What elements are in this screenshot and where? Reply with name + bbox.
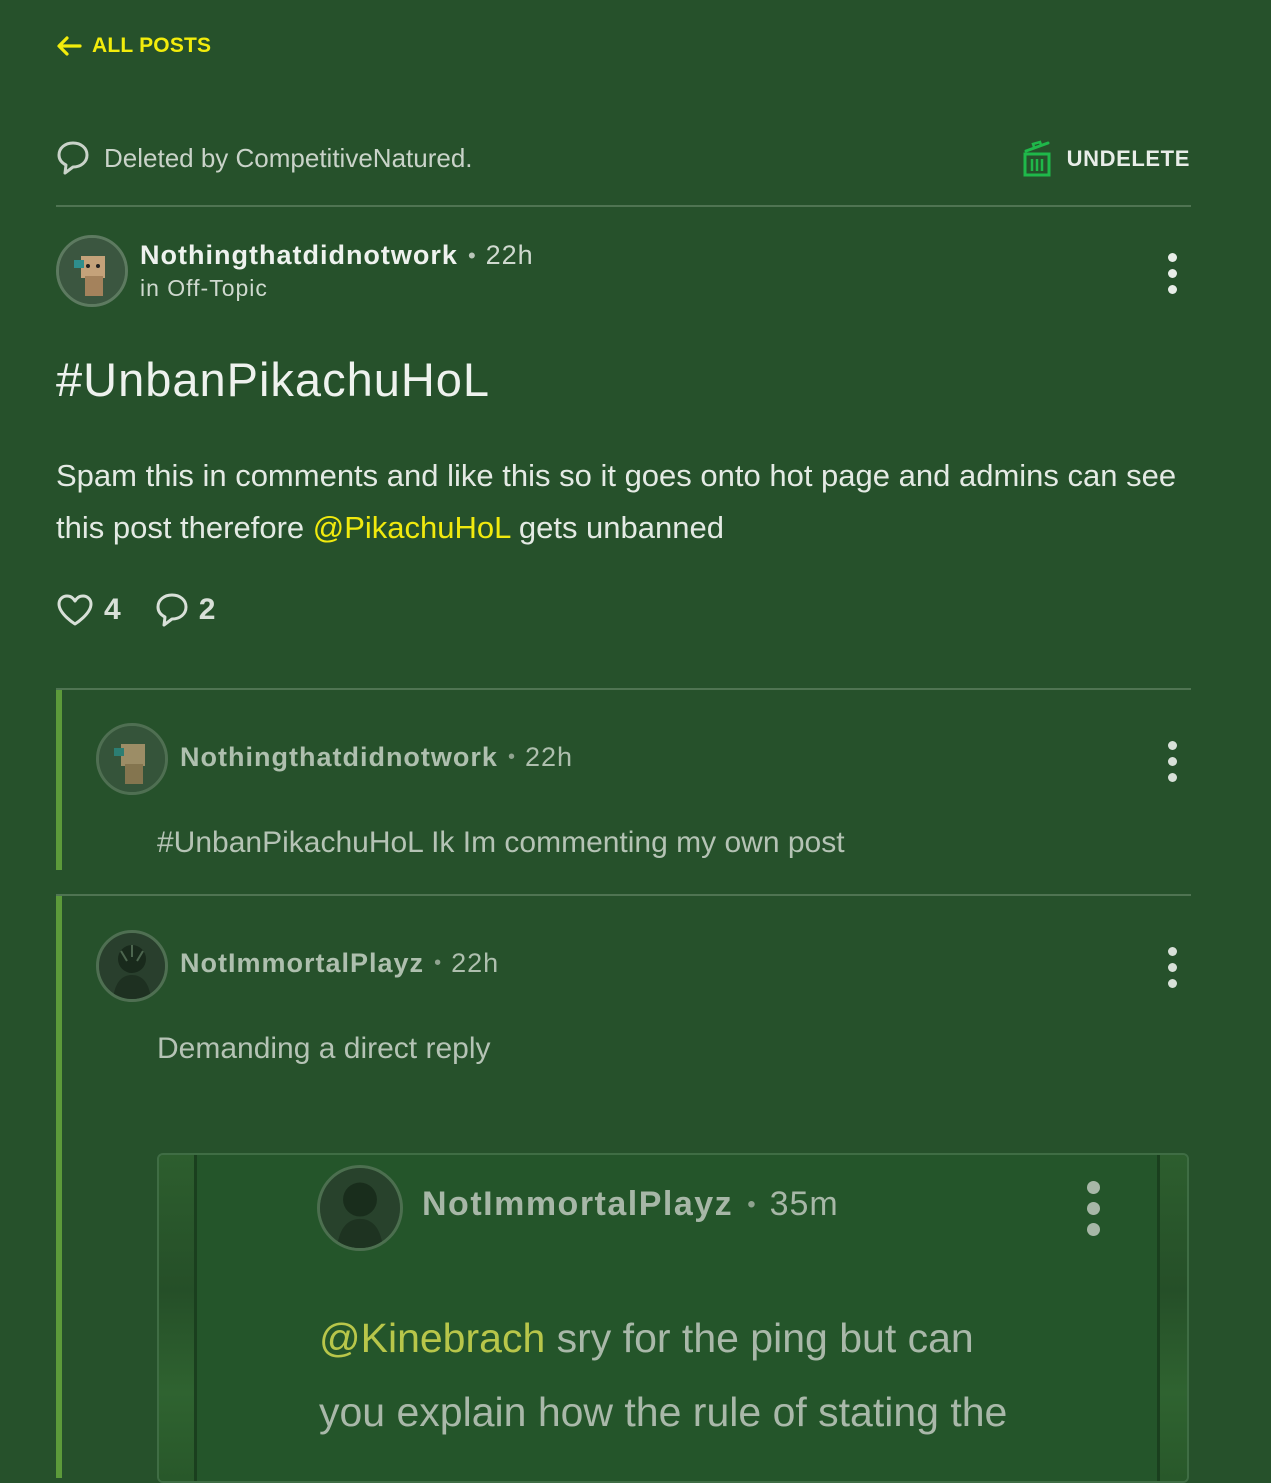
like-count: 4 — [104, 593, 121, 626]
image-edge — [159, 1155, 194, 1481]
comment-thread-bar — [56, 896, 62, 1478]
post-body: Spam this in comments and like this so i… — [56, 450, 1196, 554]
all-posts-link[interactable]: ALL POSTS — [56, 34, 211, 58]
screenshot-text-line: sry for the ping but can — [545, 1315, 974, 1361]
deleted-notice: Deleted by CompetitiveNatured. — [56, 140, 473, 176]
post-stats: 4 2 — [56, 592, 249, 628]
divider — [56, 205, 1191, 207]
comment-time: 22h — [524, 742, 574, 772]
comment-avatar[interactable] — [96, 723, 168, 795]
post-meta: Nothingthatdidnotwork • 22h in Off-Topic — [140, 240, 534, 302]
screenshot-avatar — [317, 1165, 403, 1251]
undelete-label: UNDELETE — [1066, 146, 1190, 171]
screenshot-comment-card: NotImmortalPlayz • 35m @Kinebrach sry fo… — [194, 1155, 1160, 1481]
post-more-options-icon[interactable] — [1165, 253, 1179, 294]
screenshot-kebab-icon — [1087, 1181, 1100, 1236]
comment-avatar[interactable] — [96, 930, 168, 1002]
divider — [56, 894, 1191, 896]
post-time: 22h — [485, 240, 534, 270]
screenshot-meta: NotImmortalPlayz • 35m — [422, 1185, 839, 1224]
post-title: #UnbanPikachuHoL — [56, 353, 491, 406]
comment-more-options-icon[interactable] — [1165, 947, 1179, 988]
comment-author[interactable]: NotImmortalPlayz — [180, 948, 424, 979]
undelete-button[interactable]: UNDELETE — [1021, 140, 1190, 178]
divider — [56, 688, 1191, 690]
comment-meta: NotImmortalPlayz • 22h — [180, 948, 499, 979]
post-body-text-end: gets unbanned — [510, 510, 724, 545]
separator-dot: • — [467, 242, 476, 268]
separator-dot: • — [434, 952, 442, 974]
author-name[interactable]: Nothingthatdidnotwork — [140, 240, 458, 271]
comment-text: Demanding a direct reply — [157, 1032, 491, 1065]
comment-more-options-icon[interactable] — [1165, 741, 1179, 782]
screenshot-text: @Kinebrach sry for the ping but can you … — [319, 1301, 1159, 1449]
comment-thread-bar — [56, 690, 62, 870]
like-button[interactable]: 4 — [56, 593, 121, 627]
all-posts-label: ALL POSTS — [92, 34, 212, 57]
comment-author[interactable]: Nothingthatdidnotwork — [180, 742, 498, 773]
arrow-left-icon — [56, 35, 82, 57]
heart-icon — [56, 593, 94, 627]
screenshot-author: NotImmortalPlayz — [422, 1185, 734, 1223]
comment-count-button[interactable]: 2 — [155, 592, 216, 628]
screenshot-time: 35m — [769, 1185, 839, 1223]
comment-count: 2 — [198, 593, 216, 626]
screenshot-text-line: you explain how the rule of stating the — [319, 1389, 1008, 1435]
post-category[interactable]: in Off-Topic — [140, 275, 534, 302]
comment-icon — [155, 592, 189, 628]
deleted-text: Deleted by CompetitiveNatured. — [104, 142, 473, 173]
comment-meta: Nothingthatdidnotwork • 22h — [180, 742, 573, 773]
comment-text: #UnbanPikachuHoL Ik Im commenting my own… — [157, 826, 845, 859]
comment-bubble-icon — [56, 140, 90, 176]
author-avatar[interactable] — [56, 235, 128, 307]
undelete-trash-icon — [1021, 140, 1053, 178]
separator-dot: • — [747, 1190, 756, 1218]
comment-time: 22h — [451, 948, 500, 978]
mention-link[interactable]: @PikachuHoL — [313, 510, 510, 545]
screenshot-mention: @Kinebrach — [319, 1315, 546, 1361]
embedded-screenshot-image[interactable]: 0 NotImmortalPlayz • 35m @Kinebrach sry … — [157, 1153, 1189, 1483]
separator-dot: • — [507, 746, 515, 768]
